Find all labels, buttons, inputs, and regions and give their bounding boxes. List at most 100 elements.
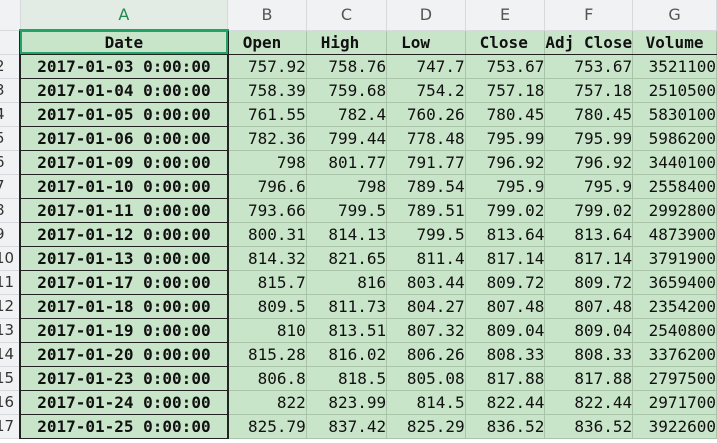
row-number[interactable]: 10 xyxy=(0,246,21,271)
cell-high[interactable]: 799.44 xyxy=(306,126,388,151)
column-header-d[interactable]: D xyxy=(386,0,466,31)
cell-high[interactable]: 837.42 xyxy=(306,414,388,439)
cell-low[interactable]: 754.2 xyxy=(386,78,466,103)
cell-date[interactable]: 2017-01-24 0:00:00 xyxy=(19,390,229,415)
cell-high[interactable]: 821.65 xyxy=(306,246,388,271)
cell-adj-close[interactable]: 809.04 xyxy=(544,318,634,343)
column-header-g[interactable]: G xyxy=(632,0,717,31)
cell-open[interactable]: 758.39 xyxy=(227,78,307,103)
cell-date[interactable]: 2017-01-18 0:00:00 xyxy=(19,294,229,319)
cell-low[interactable]: 789.54 xyxy=(386,174,466,199)
cell-low[interactable]: 805.08 xyxy=(386,366,466,391)
cell-date[interactable]: 2017-01-25 0:00:00 xyxy=(19,414,229,439)
cell-close[interactable]: 808.33 xyxy=(465,342,546,367)
cell-high[interactable]: 798 xyxy=(306,174,388,199)
cell-high[interactable]: 811.73 xyxy=(306,294,388,319)
cell-open[interactable]: 814.32 xyxy=(227,246,307,271)
row-number[interactable]: 5 xyxy=(0,126,21,151)
cell-date[interactable]: 2017-01-20 0:00:00 xyxy=(19,342,229,367)
cell-date-header[interactable]: Date xyxy=(19,29,229,55)
cell-close-header[interactable]: Close xyxy=(465,30,546,55)
cell-volume[interactable]: 4873900 xyxy=(632,222,717,247)
cell-open[interactable]: 800.31 xyxy=(227,222,307,247)
cell-low[interactable]: 799.5 xyxy=(386,222,466,247)
row-number[interactable]: 12 xyxy=(0,294,21,319)
cell-adj-close[interactable]: 753.67 xyxy=(544,54,634,79)
cell-close[interactable]: 780.45 xyxy=(465,102,546,127)
cell-close[interactable]: 796.92 xyxy=(465,150,546,175)
cell-high[interactable]: 782.4 xyxy=(306,102,388,127)
cell-high[interactable]: 759.68 xyxy=(306,78,388,103)
cell-low[interactable]: 789.51 xyxy=(386,198,466,223)
cell-open[interactable]: 815.7 xyxy=(227,270,307,295)
cell-open[interactable]: 796.6 xyxy=(227,174,307,199)
cell-volume[interactable]: 2558400 xyxy=(632,174,717,199)
row-number[interactable]: 14 xyxy=(0,342,21,367)
cell-volume[interactable]: 5986200 xyxy=(632,126,717,151)
cell-adj-close-header[interactable]: Adj Close xyxy=(544,30,634,55)
cell-close[interactable]: 822.44 xyxy=(465,390,546,415)
cell-open[interactable]: 815.28 xyxy=(227,342,307,367)
cell-high[interactable]: 818.5 xyxy=(306,366,388,391)
row-number[interactable]: 4 xyxy=(0,102,21,127)
cell-date[interactable]: 2017-01-09 0:00:00 xyxy=(19,150,229,175)
row-number[interactable]: 2 xyxy=(0,54,21,79)
column-header-f[interactable]: F xyxy=(544,0,634,31)
cell-date[interactable]: 2017-01-19 0:00:00 xyxy=(19,318,229,343)
row-number[interactable]: 16 xyxy=(0,390,21,415)
cell-open[interactable]: 809.5 xyxy=(227,294,307,319)
cell-low[interactable]: 760.26 xyxy=(386,102,466,127)
cell-adj-close[interactable]: 813.64 xyxy=(544,222,634,247)
cell-high[interactable]: 799.5 xyxy=(306,198,388,223)
cell-low[interactable]: 807.32 xyxy=(386,318,466,343)
cell-close[interactable]: 813.64 xyxy=(465,222,546,247)
row-number[interactable]: 3 xyxy=(0,78,21,103)
cell-high[interactable]: 758.76 xyxy=(306,54,388,79)
cell-high[interactable]: 813.51 xyxy=(306,318,388,343)
cell-high[interactable]: 816 xyxy=(306,270,388,295)
cell-high[interactable]: 801.77 xyxy=(306,150,388,175)
row-number[interactable]: 11 xyxy=(0,270,21,295)
cell-close[interactable]: 757.18 xyxy=(465,78,546,103)
row-number[interactable] xyxy=(0,30,21,55)
cell-volume[interactable]: 2797500 xyxy=(632,366,717,391)
cell-adj-close[interactable]: 795.9 xyxy=(544,174,634,199)
cell-adj-close[interactable]: 807.48 xyxy=(544,294,634,319)
cell-open[interactable]: 822 xyxy=(227,390,307,415)
cell-volume[interactable]: 3376200 xyxy=(632,342,717,367)
cell-open-header[interactable]: Open xyxy=(227,30,307,55)
cell-close[interactable]: 836.52 xyxy=(465,414,546,439)
cell-adj-close[interactable]: 822.44 xyxy=(544,390,634,415)
column-header-e[interactable]: E xyxy=(465,0,546,31)
column-header-b[interactable]: B xyxy=(227,0,307,31)
cell-close[interactable]: 809.04 xyxy=(465,318,546,343)
cell-date[interactable]: 2017-01-11 0:00:00 xyxy=(19,198,229,223)
cell-volume[interactable]: 3922600 xyxy=(632,414,717,439)
cell-date[interactable]: 2017-01-04 0:00:00 xyxy=(19,78,229,103)
cell-date[interactable]: 2017-01-17 0:00:00 xyxy=(19,270,229,295)
cell-close[interactable]: 809.72 xyxy=(465,270,546,295)
cell-adj-close[interactable]: 808.33 xyxy=(544,342,634,367)
cell-adj-close[interactable]: 780.45 xyxy=(544,102,634,127)
cell-close[interactable]: 795.99 xyxy=(465,126,546,151)
row-number[interactable]: 13 xyxy=(0,318,21,343)
cell-volume[interactable]: 3440100 xyxy=(632,150,717,175)
cell-open[interactable]: 757.92 xyxy=(227,54,307,79)
cell-open[interactable]: 806.8 xyxy=(227,366,307,391)
cell-close[interactable]: 799.02 xyxy=(465,198,546,223)
select-all-corner[interactable] xyxy=(0,0,21,31)
cell-open[interactable]: 825.79 xyxy=(227,414,307,439)
cell-date[interactable]: 2017-01-05 0:00:00 xyxy=(19,102,229,127)
cell-volume[interactable]: 3521100 xyxy=(632,54,717,79)
cell-low[interactable]: 778.48 xyxy=(386,126,466,151)
cell-volume[interactable]: 2354200 xyxy=(632,294,717,319)
cell-volume[interactable]: 2992800 xyxy=(632,198,717,223)
cell-date[interactable]: 2017-01-12 0:00:00 xyxy=(19,222,229,247)
row-number[interactable]: 8 xyxy=(0,198,21,223)
cell-adj-close[interactable]: 795.99 xyxy=(544,126,634,151)
cell-high[interactable]: 823.99 xyxy=(306,390,388,415)
cell-low[interactable]: 804.27 xyxy=(386,294,466,319)
cell-date[interactable]: 2017-01-13 0:00:00 xyxy=(19,246,229,271)
row-number[interactable]: 17 xyxy=(0,414,21,439)
cell-low[interactable]: 803.44 xyxy=(386,270,466,295)
